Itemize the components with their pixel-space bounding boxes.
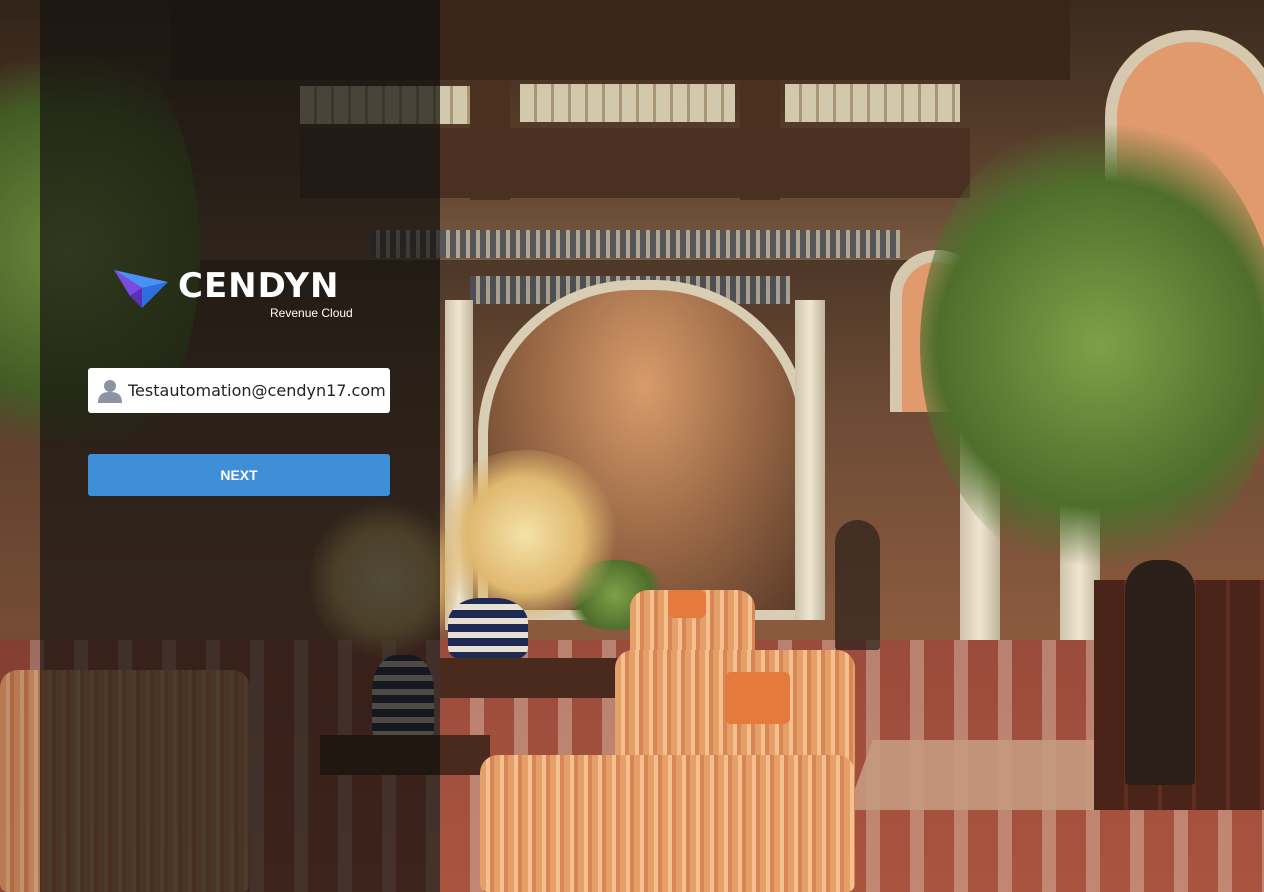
cendyn-arrow-logo-icon	[114, 270, 168, 308]
email-field[interactable]	[88, 368, 390, 413]
next-button[interactable]: NEXT	[88, 454, 390, 496]
email-input[interactable]	[128, 368, 386, 413]
user-icon	[98, 380, 122, 403]
login-panel	[40, 0, 440, 892]
brand-logo: CENDYN Revenue Cloud	[112, 266, 372, 324]
brand-tagline: Revenue Cloud	[270, 306, 353, 320]
left-edge-shade	[0, 0, 40, 892]
brand-name: CENDYN	[178, 266, 340, 306]
